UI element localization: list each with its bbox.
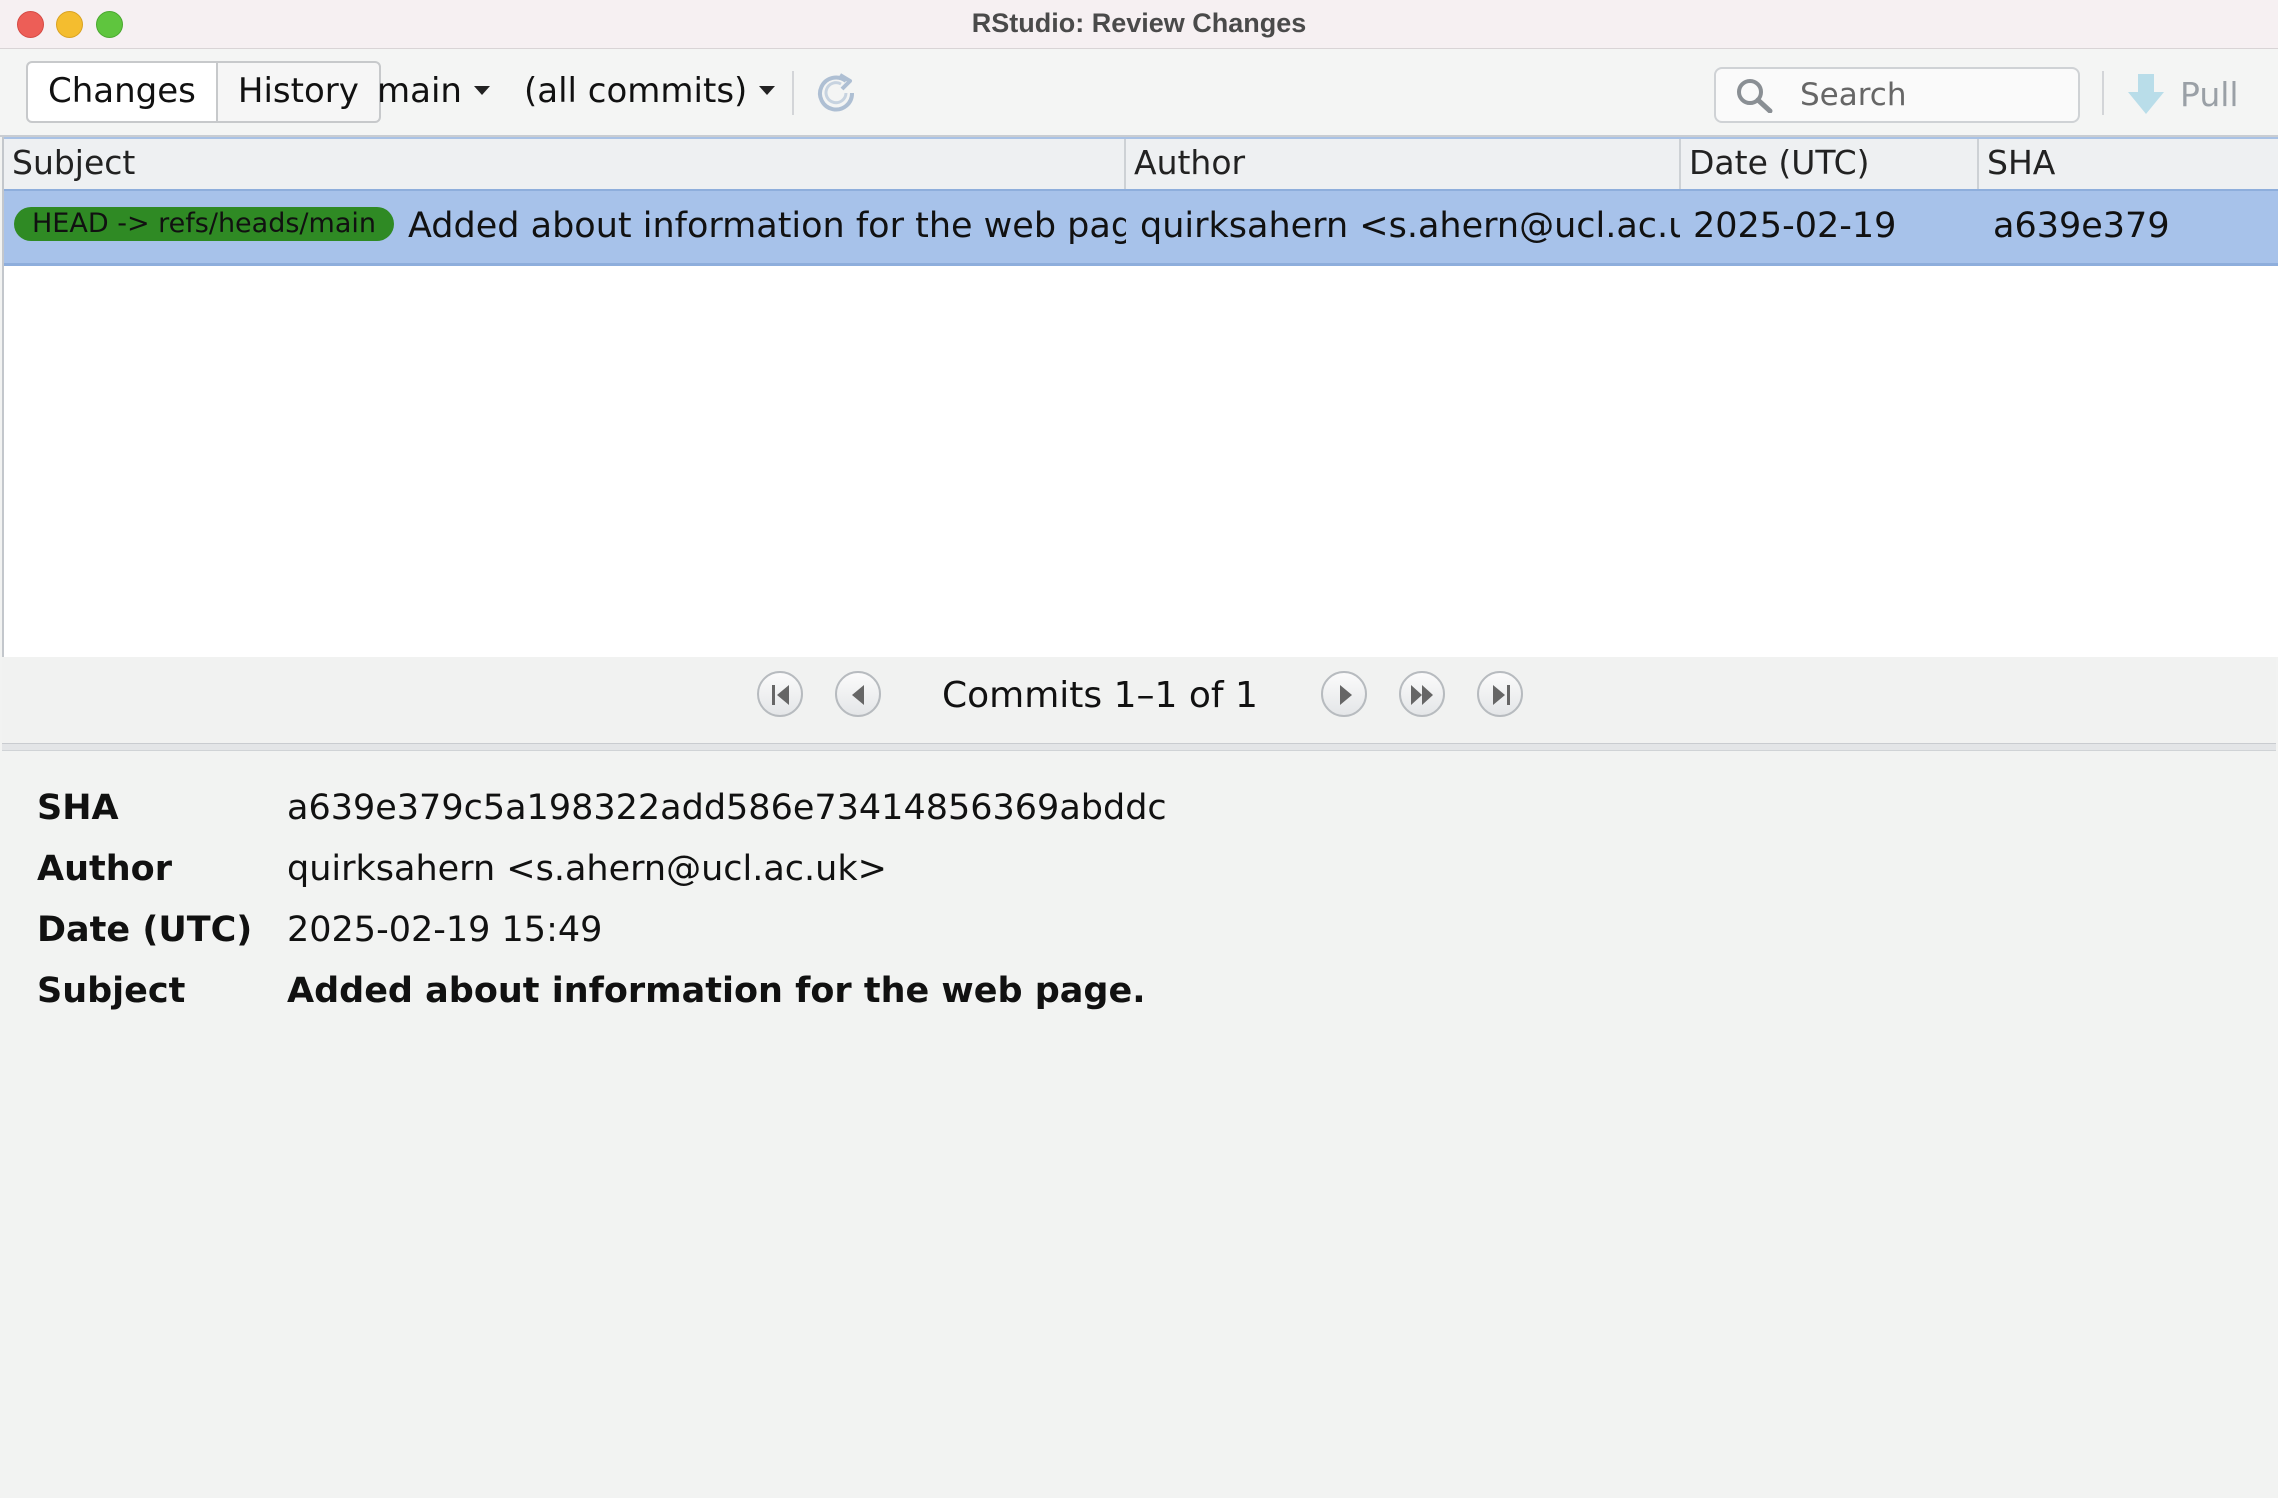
detail-label: SHA [37,788,119,828]
branch-label: main [377,71,462,111]
commit-table: Subject Author Date (UTC) SHA HEAD -> re… [2,137,2278,657]
search-icon [1737,79,1773,113]
pull-arrow-icon [2128,74,2164,114]
detail-label: Date (UTC) [37,910,253,950]
commit-date-cell: 2025-02-19 [1693,206,1897,246]
previous-page-button[interactable] [835,671,881,717]
commit-author-cell: quirksahern <s.ahern@ucl.ac.uk> [1140,206,1680,246]
detail-label: Subject [37,971,186,1011]
detail-author-value: quirksahern <s.ahern@ucl.ac.uk> [287,849,887,889]
refresh-icon[interactable] [812,69,860,117]
search-box[interactable] [1714,67,2080,123]
commit-sha-cell: a639e379 [1993,206,2170,246]
last-page-icon [1493,685,1510,705]
ref-badge: HEAD -> refs/heads/main [14,207,394,241]
commit-filter-dropdown[interactable]: (all commits) [524,71,776,111]
column-header-author[interactable]: Author [1126,139,1681,189]
column-header-subject[interactable]: Subject [4,139,1126,189]
next-page-button[interactable] [1321,671,1367,717]
filter-label: (all commits) [524,71,748,111]
commit-detail-pane: SHA a639e379c5a198322add586e73414856369a… [0,752,2278,1498]
toolbar-separator [792,71,794,115]
column-header-sha[interactable]: SHA [1979,139,2278,189]
next-page-icon [1340,685,1352,705]
tab-changes[interactable]: Changes [28,63,216,121]
table-header: Subject Author Date (UTC) SHA [4,137,2278,191]
pull-button[interactable]: Pull [2126,69,2239,119]
branch-dropdown[interactable]: main [377,71,490,111]
search-input[interactable] [1798,75,2062,115]
table-row[interactable]: HEAD -> refs/heads/main Added about infor… [4,189,2278,266]
title-bar: RStudio: Review Changes [0,0,2278,49]
toolbar: Changes History main (all commits) Searc… [0,49,2278,137]
last-page-button[interactable] [1477,671,1523,717]
pull-label: Pull [2180,74,2239,114]
tab-history[interactable]: History [215,63,379,121]
previous-page-icon [852,685,864,705]
detail-subject-value: Added about information for the web page… [287,971,1146,1011]
pager: Commits 1–1 of 1 [2,657,2276,745]
window-title: RStudio: Review Changes [971,8,1307,38]
first-page-button[interactable] [757,671,803,717]
pager-label: Commits 1–1 of 1 [942,675,1258,716]
commit-subject-cell: HEAD -> refs/heads/main Added about infor… [14,191,1126,263]
toolbar-separator [2102,71,2104,115]
column-header-date[interactable]: Date (UTC) [1681,139,1979,189]
review-changes-window: RStudio: Review Changes Changes History … [0,0,2278,1498]
chevron-down-icon [473,86,490,95]
detail-label: Author [37,849,172,889]
fast-forward-icon [1411,685,1433,705]
detail-date-value: 2025-02-19 15:49 [287,910,603,950]
view-tab-group: Changes History [26,61,381,123]
chevron-down-icon [759,86,776,95]
detail-sha-value: a639e379c5a198322add586e73414856369abddc [287,788,1167,828]
first-page-icon [772,685,789,705]
fast-forward-button[interactable] [1399,671,1445,717]
pane-splitter[interactable] [2,744,2276,751]
commit-subject: Added about information for the web page… [407,206,1126,246]
